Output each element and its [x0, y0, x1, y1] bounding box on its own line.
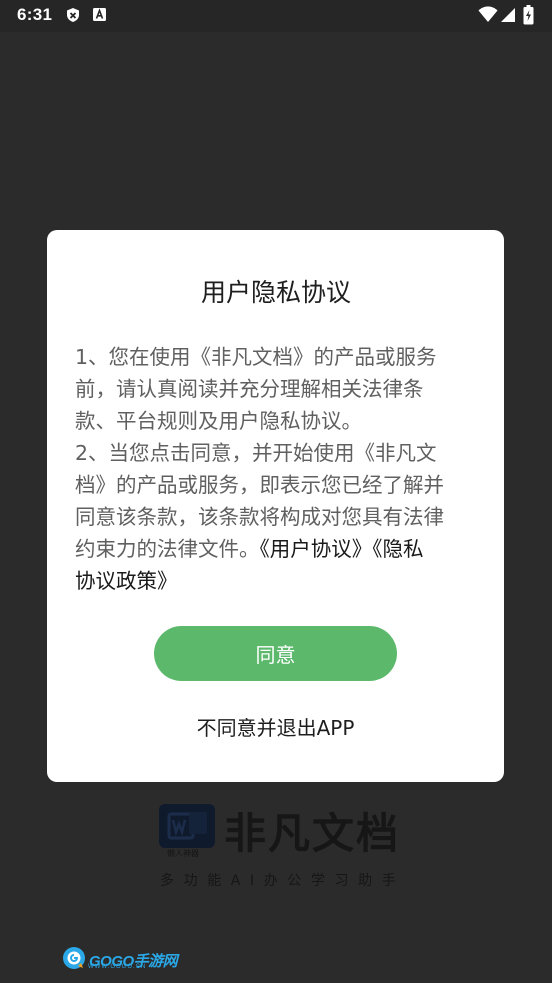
font-notification-icon: [92, 7, 110, 25]
logo-caption: 懒人神器: [167, 849, 199, 858]
app-tagline: 多功能AI办公学习助手: [160, 873, 406, 889]
watermark-url: WWW.GOGO.CN: [88, 964, 147, 970]
paragraph-1: 1、您在使用《非凡文档》的产品或服务 前，请认真阅读并充分理解相关法律条 款、平…: [75, 341, 475, 437]
dialog-title: 用户隐私协议: [200, 278, 351, 307]
privacy-policy-link-continued[interactable]: 协议政策》: [75, 565, 475, 597]
paragraph-line: 1、您在使用《非凡文档》的产品或服务: [75, 345, 437, 369]
paragraph-line: 同意该条款，该条款将构成对您具有法律: [75, 505, 444, 529]
gogo-logo-icon: [62, 946, 86, 974]
paragraph-line: 档》的产品或服务，即表示您已经了解并: [75, 473, 444, 497]
battery-icon: [523, 5, 541, 25]
app-logo: 懒人神器: [159, 804, 215, 858]
status-time: 6:31: [17, 5, 53, 24]
wifi-icon: [478, 6, 498, 24]
paragraph-tail: 约束力的法律文件。: [75, 537, 260, 561]
user-agreement-link[interactable]: 《用户协议》: [260, 537, 373, 561]
disagree-exit-button[interactable]: 不同意并退出APP: [154, 706, 397, 746]
dialog-body: 1、您在使用《非凡文档》的产品或服务 前，请认真阅读并充分理解相关法律条 款、平…: [75, 341, 475, 597]
signal-icon: [500, 7, 518, 25]
app-name: 非凡文档: [224, 809, 401, 858]
paragraph-2: 2、当您点击同意，并开始使用《非凡文 档》的产品或服务，即表示您已经了解并 同意…: [75, 437, 475, 597]
privacy-policy-link[interactable]: 《隐私: [372, 537, 423, 561]
agree-button[interactable]: 同意: [154, 626, 397, 681]
paragraph-line: 款、平台规则及用户隐私协议。: [75, 409, 362, 433]
paragraph-line: 前，请认真阅读并充分理解相关法律条: [75, 377, 424, 401]
paragraph-line: 约束力的法律文件。《用户协议》《隐私: [75, 533, 475, 565]
shield-notification-icon: [65, 7, 83, 25]
paragraph-line: 2、当您点击同意，并开始使用《非凡文: [75, 441, 437, 465]
status-bar: 6:31: [0, 0, 552, 32]
